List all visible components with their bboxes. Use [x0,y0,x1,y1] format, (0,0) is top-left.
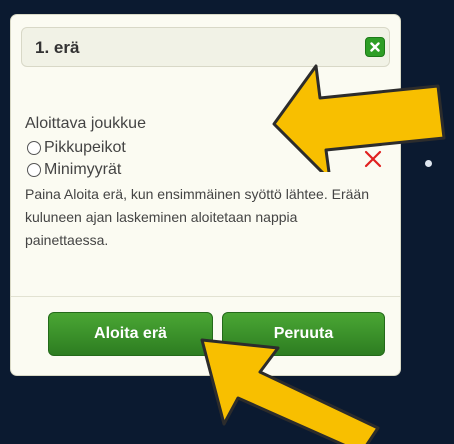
team-option-label: Pikkupeikot [44,139,126,156]
radio-button[interactable] [27,141,41,155]
arrow-icon [272,64,446,172]
instructions-text: Paina Aloita erä, kun ensimmäinen syöttö… [25,186,369,248]
close-x-icon [370,42,380,52]
dialog-divider [11,296,400,297]
team-option-label: Minimyyrät [44,161,122,178]
start-set-button[interactable]: Aloita erä [48,312,213,356]
close-button[interactable] [365,37,385,57]
radio-button[interactable] [27,163,41,177]
dialog-title: 1. erä [35,38,80,57]
dialog-titlebar: 1. erä [21,27,390,67]
arrow-icon [200,338,380,444]
